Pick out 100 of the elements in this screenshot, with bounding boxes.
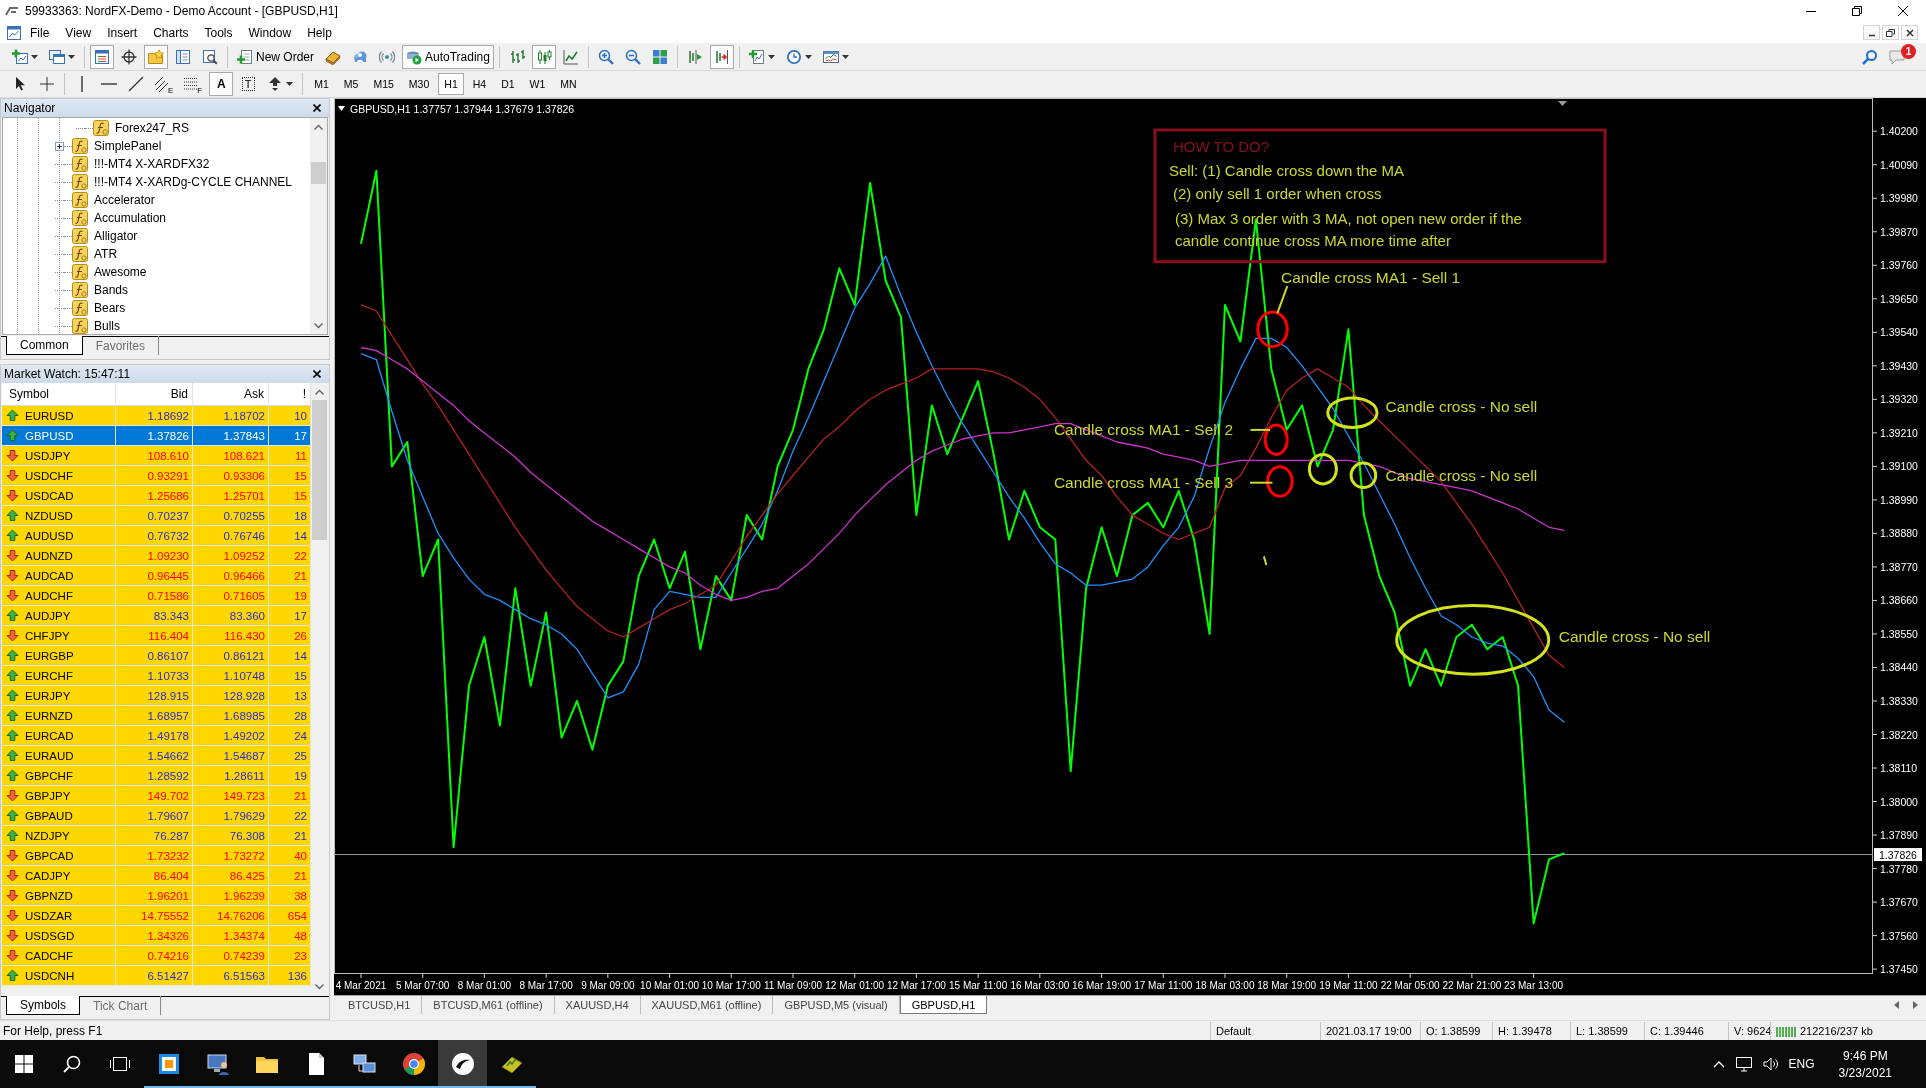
tree-item[interactable]: Alligator: [3, 227, 310, 245]
tree-item[interactable]: SimplePanel: [3, 137, 310, 155]
symbol-name: USDCNH: [25, 969, 75, 982]
menu-item[interactable]: Charts: [145, 22, 197, 43]
quote-row[interactable]: EURCHF 1.10733 1.10748 15: [2, 666, 311, 686]
tree-item[interactable]: Bulls: [3, 317, 310, 334]
quote-row[interactable]: GBPCHF 1.28592 1.28611 19: [2, 766, 311, 786]
toolbar-button[interactable]: [531, 44, 556, 69]
quote-row[interactable]: NZDJPY 76.287 76.308 21: [2, 826, 311, 846]
chart-tab[interactable]: BTCUSD,H1: [337, 996, 423, 1014]
restore-button[interactable]: [1882, 25, 1899, 40]
close-button[interactable]: [311, 102, 323, 114]
menu-item[interactable]: Tools: [196, 22, 241, 43]
column-header[interactable]: Symbol: [2, 383, 116, 405]
tree-item[interactable]: Accumulation: [3, 209, 310, 227]
tree-item[interactable]: Bears: [3, 299, 310, 317]
panel-tab[interactable]: Common: [6, 336, 83, 355]
chart-tab[interactable]: GBPUSD,H1: [899, 996, 988, 1014]
quote-row[interactable]: NZDUSD 0.70237 0.70255 18: [2, 506, 311, 526]
menu-item[interactable]: File: [22, 22, 58, 43]
language-indicator[interactable]: ENG: [1788, 1057, 1815, 1071]
table-cell: 1.10748: [193, 666, 269, 685]
quote-row[interactable]: EURCAD 1.49178 1.49202 24: [2, 726, 311, 746]
toolbar-button[interactable]: AutoTrading: [402, 44, 494, 69]
quote-row[interactable]: AUDJPY 83.343 83.360 17: [2, 606, 311, 626]
close-button[interactable]: [311, 368, 323, 380]
quote-row[interactable]: GBPAUD 1.79607 1.79629 22: [2, 806, 311, 826]
panel-tab[interactable]: Symbols: [6, 996, 80, 1015]
tree-item[interactable]: Bands: [3, 281, 310, 299]
timeframe-tab[interactable]: M30: [402, 73, 436, 95]
quote-row[interactable]: GBPJPY 149.702 149.723 21: [2, 786, 311, 806]
clock-time[interactable]: 9:46 PM: [1842, 1048, 1888, 1063]
timeframe-tab[interactable]: W1: [523, 73, 552, 95]
quote-row[interactable]: EURAUD 1.54662 1.54687 25: [2, 746, 311, 766]
timeframe-tab[interactable]: M5: [337, 73, 365, 95]
timeframe-tab[interactable]: D1: [495, 73, 521, 95]
menu-item[interactable]: Window: [240, 22, 300, 43]
quote-row[interactable]: AUDCAD 0.96445 0.96466 21: [2, 566, 311, 586]
scrollbar[interactable]: [310, 118, 327, 334]
quote-row[interactable]: USDCAD 1.25686 1.25701 15: [2, 486, 311, 506]
chart-tab[interactable]: XAUUSD,M61 (offline): [640, 996, 774, 1014]
notifications-button[interactable]: 1: [1888, 45, 1914, 68]
close-button[interactable]: [1901, 25, 1918, 40]
scroll-thumb[interactable]: [312, 400, 327, 540]
leader-line: [1262, 555, 1268, 566]
minimize-button[interactable]: [1863, 25, 1880, 40]
tree-item[interactable]: Accelerator: [3, 191, 310, 209]
timeframe-tab[interactable]: H4: [466, 73, 493, 95]
table-cell: 1.49202: [193, 726, 269, 745]
quote-row[interactable]: USDSGD 1.34326 1.34374 48: [2, 926, 311, 946]
timeframe-tab[interactable]: H1: [438, 73, 464, 95]
quote-row[interactable]: EURUSD 1.18692 1.18702 10: [2, 406, 311, 426]
tool-button[interactable]: T: [236, 72, 261, 96]
quote-row[interactable]: USDCHF 0.93291 0.93306 15: [2, 466, 311, 486]
panel-tab[interactable]: Favorites: [82, 336, 160, 355]
quote-row[interactable]: GBPUSD 1.37826 1.37843 17: [2, 426, 311, 446]
symbol-name: EURCAD: [25, 729, 74, 742]
tool-button[interactable]: F: [180, 72, 207, 96]
scroll-thumb[interactable]: [311, 162, 326, 184]
quote-row[interactable]: EURNZD 1.68957 1.68985 28: [2, 706, 311, 726]
quote-row[interactable]: AUDUSD 0.76732 0.76746 14: [2, 526, 311, 546]
quote-row[interactable]: GBPNZD 1.96201 1.96239 38: [2, 886, 311, 906]
quote-row[interactable]: CHFJPY 116.404 116.430 26: [2, 626, 311, 646]
quote-row[interactable]: AUDNZD 1.09230 1.09252 22: [2, 546, 311, 566]
timeframe-tab[interactable]: M1: [308, 73, 335, 95]
column-header[interactable]: Ask: [193, 383, 269, 405]
toolbar-button[interactable]: [709, 44, 734, 69]
tool-button[interactable]: A: [209, 72, 234, 96]
table-cell: 1.73232: [116, 846, 193, 865]
quote-row[interactable]: CADCHF 0.74216 0.74239 23: [2, 946, 311, 966]
quote-row[interactable]: GBPCAD 1.73232 1.73272 40: [2, 846, 311, 866]
tree-item[interactable]: Awesome: [3, 263, 310, 281]
quote-row[interactable]: EURGBP 0.86107 0.86121 14: [2, 646, 311, 666]
clock-date[interactable]: 3/23/2021: [1838, 1065, 1892, 1080]
menu-item[interactable]: View: [57, 22, 100, 43]
menu-item[interactable]: Insert: [99, 22, 146, 43]
tree-item[interactable]: !!!-MT4 X-XARDFX32: [3, 155, 310, 173]
quote-row[interactable]: AUDCHF 0.71586 0.71605 19: [2, 586, 311, 606]
panel-tab[interactable]: Tick Chart: [80, 996, 162, 1015]
timeframe-tab[interactable]: MN: [554, 73, 583, 95]
script-tile-icon: [72, 174, 88, 190]
toolbar-button[interactable]: [90, 44, 114, 69]
toolbar-button[interactable]: New Order: [233, 44, 318, 69]
tree-item[interactable]: Forex247_RS: [3, 119, 310, 137]
quote-row[interactable]: USDZAR 14.75552 14.76206 654: [2, 906, 311, 926]
quote-row[interactable]: USDCNH 6.51427 6.51563 136: [2, 966, 311, 986]
chart-tab[interactable]: BTCUSD,M61 (offline): [422, 996, 555, 1014]
quote-row[interactable]: USDJPY 108.610 108.621 11: [2, 446, 311, 466]
quote-row[interactable]: CADJPY 86.404 86.425 21: [2, 866, 311, 886]
timeframe-tab[interactable]: M15: [367, 73, 400, 95]
chart-tab[interactable]: XAUUSD,H4: [554, 996, 641, 1014]
tree-item[interactable]: ATR: [3, 245, 310, 263]
menu-item[interactable]: Help: [299, 22, 340, 43]
ref-line-label: 1.37826: [1879, 848, 1918, 861]
tree-item[interactable]: !!!-MT4 X-XARDg-CYCLE CHANNEL: [3, 173, 310, 191]
quote-row[interactable]: EURJPY 128.915 128.928 13: [2, 686, 311, 706]
chart-tab[interactable]: GBPUSD,M5 (visual): [773, 996, 900, 1014]
column-header[interactable]: Bid: [116, 383, 193, 405]
tool-button[interactable]: E: [151, 72, 178, 96]
taskbar-app[interactable]: [438, 1040, 487, 1088]
